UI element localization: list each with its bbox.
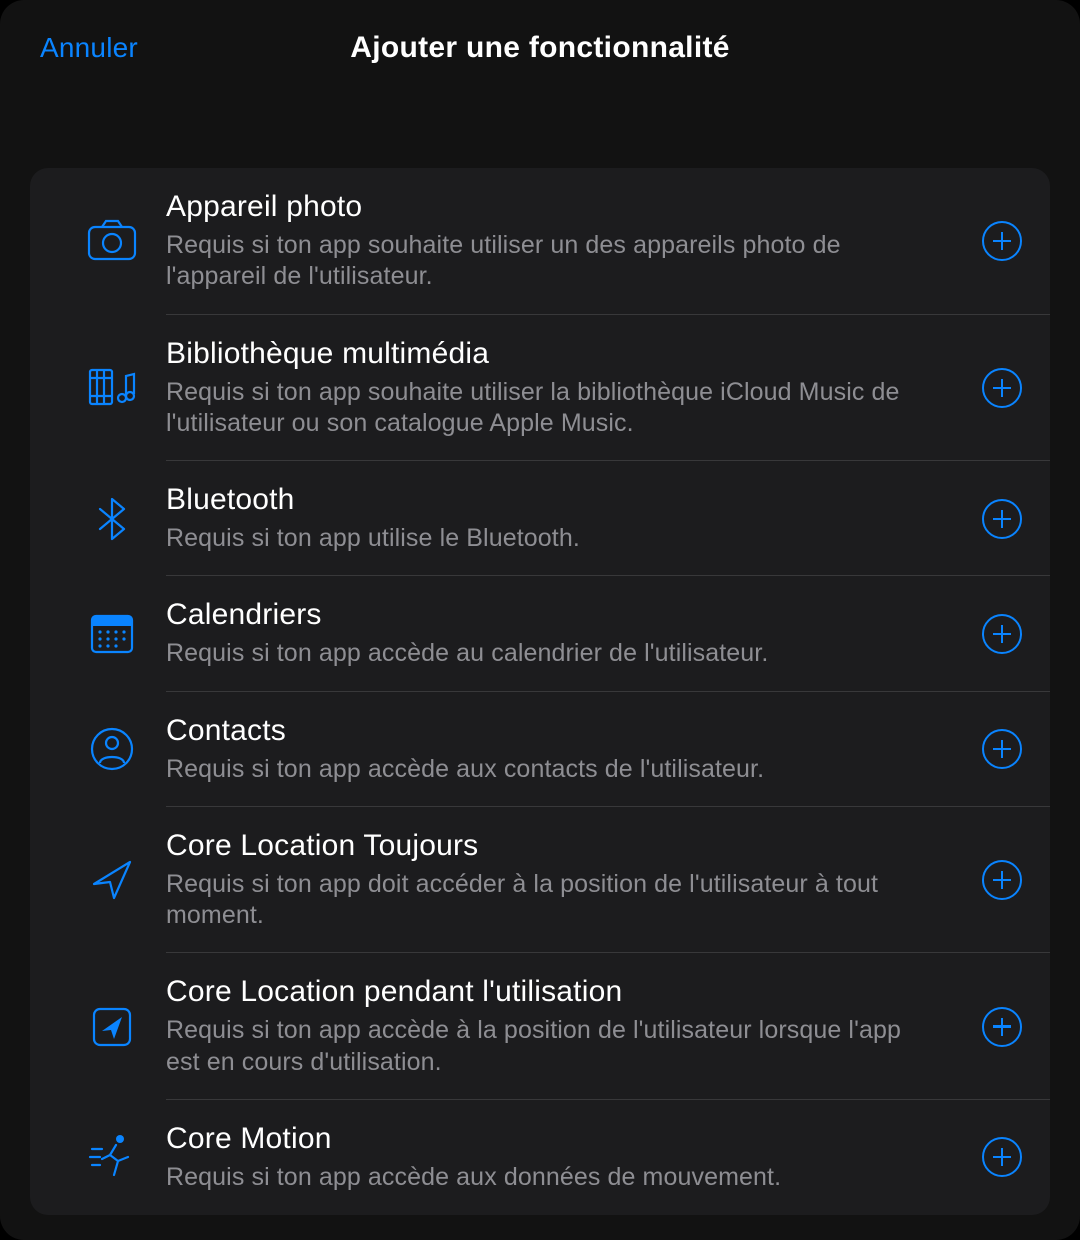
cancel-button[interactable]: Annuler <box>40 32 138 64</box>
item-description: Requis si ton app accède à la position d… <box>166 1015 926 1078</box>
add-button[interactable] <box>982 368 1022 408</box>
camera-icon <box>44 215 166 267</box>
item-title: Bibliothèque multimédia <box>166 337 964 371</box>
list-item[interactable]: Contacts Requis si ton app accède aux co… <box>30 692 1050 807</box>
item-title: Appareil photo <box>166 190 964 224</box>
list-item[interactable]: Core Motion Requis si ton app accède aux… <box>30 1100 1050 1215</box>
list-item[interactable]: Core Location Toujours Requis si ton app… <box>30 807 1050 954</box>
list-item[interactable]: Core Location pendant l'utilisation Requ… <box>30 953 1050 1100</box>
item-description: Requis si ton app utilise le Bluetooth. <box>166 523 926 554</box>
add-button[interactable] <box>982 499 1022 539</box>
contacts-icon <box>44 723 166 775</box>
item-description: Requis si ton app accède au calendrier d… <box>166 638 926 669</box>
add-button[interactable] <box>982 1007 1022 1047</box>
list-item[interactable]: Appareil photo Requis si ton app souhait… <box>30 168 1050 315</box>
add-button[interactable] <box>982 221 1022 261</box>
list-item[interactable]: Bluetooth Requis si ton app utilise le B… <box>30 461 1050 576</box>
add-button[interactable] <box>982 614 1022 654</box>
location-box-icon <box>44 1001 166 1053</box>
add-button[interactable] <box>982 1137 1022 1177</box>
item-title: Calendriers <box>166 598 964 632</box>
bluetooth-icon <box>44 493 166 545</box>
page-title: Ajouter une fonctionnalité <box>350 31 729 65</box>
item-title: Core Location pendant l'utilisation <box>166 975 964 1009</box>
add-button[interactable] <box>982 860 1022 900</box>
location-arrow-icon <box>44 854 166 906</box>
motion-icon <box>44 1131 166 1183</box>
media-library-icon <box>44 362 166 414</box>
item-description: Requis si ton app doit accéder à la posi… <box>166 869 926 932</box>
item-title: Core Location Toujours <box>166 829 964 863</box>
list-item[interactable]: Bibliothèque multimédia Requis si ton ap… <box>30 315 1050 462</box>
calendar-icon <box>44 608 166 660</box>
item-title: Bluetooth <box>166 483 964 517</box>
item-title: Core Motion <box>166 1122 964 1156</box>
capability-list: Appareil photo Requis si ton app souhait… <box>30 168 1050 1215</box>
list-item[interactable]: Calendriers Requis si ton app accède au … <box>30 576 1050 691</box>
item-description: Requis si ton app souhaite utiliser un d… <box>166 230 926 293</box>
add-button[interactable] <box>982 729 1022 769</box>
item-title: Contacts <box>166 714 964 748</box>
item-description: Requis si ton app accède aux données de … <box>166 1162 926 1193</box>
item-description: Requis si ton app souhaite utiliser la b… <box>166 377 926 440</box>
modal-header: Annuler Ajouter une fonctionnalité <box>0 18 1080 78</box>
item-description: Requis si ton app accède aux contacts de… <box>166 754 926 785</box>
